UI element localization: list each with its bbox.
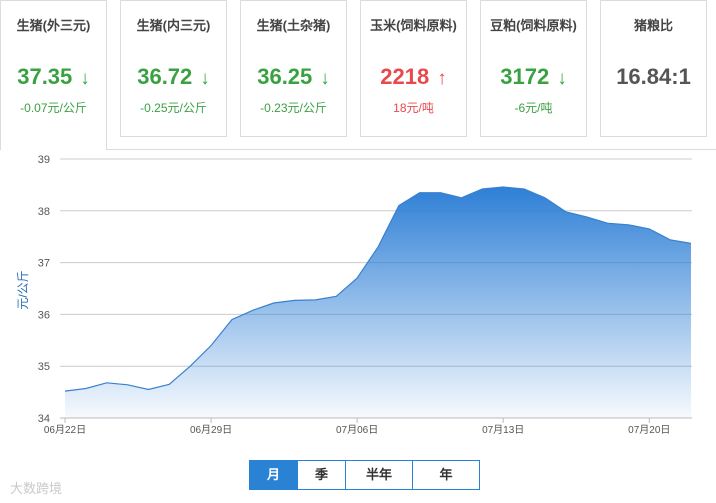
- card-title: 玉米(饲料原料): [370, 18, 457, 33]
- data-point[interactable]: [542, 195, 548, 201]
- x-tick-label: 06月22日: [44, 424, 86, 436]
- price-value: 16.84:1: [616, 64, 691, 89]
- data-point[interactable]: [229, 317, 235, 323]
- arrow-down-icon: ↓: [557, 68, 567, 89]
- arrow-down-icon: ↓: [80, 68, 90, 89]
- data-point[interactable]: [500, 184, 506, 190]
- price-value: 36.25: [257, 64, 313, 89]
- card-price: 2218 ↑: [361, 64, 466, 90]
- price-value: 36.72: [137, 64, 193, 89]
- card-title: 生猪(内三元): [136, 18, 211, 33]
- card-price: 3172 ↓: [481, 64, 586, 90]
- data-point[interactable]: [145, 387, 151, 393]
- x-tick-label: 07月06日: [336, 424, 378, 436]
- card-price: 16.84:1: [601, 64, 706, 90]
- price-value: 2218: [380, 64, 430, 89]
- x-tick-label: 07月20日: [628, 424, 670, 436]
- card-pig-tuzazhu[interactable]: 生猪(土杂猪) 36.25 ↓ -0.23元/公斤: [240, 0, 347, 137]
- data-point[interactable]: [375, 244, 381, 250]
- card-pig-grain-ratio[interactable]: 猪粮比 16.84:1: [600, 0, 707, 137]
- card-title: 猪粮比: [633, 18, 673, 33]
- card-corn[interactable]: 玉米(饲料原料) 2218 ↑ 18元/吨: [360, 0, 467, 137]
- data-point[interactable]: [521, 186, 527, 192]
- data-point[interactable]: [563, 209, 569, 215]
- card-title: 生猪(外三元): [16, 18, 91, 33]
- data-point[interactable]: [333, 293, 339, 299]
- y-tick-label: 36: [38, 309, 50, 321]
- data-point[interactable]: [312, 297, 318, 303]
- data-point[interactable]: [646, 226, 652, 232]
- card-title: 豆粕(饲料原料): [490, 18, 577, 33]
- price-value: 3172: [500, 64, 550, 89]
- period-quarter-button[interactable]: 季: [297, 460, 346, 490]
- card-price: 36.72 ↓: [121, 64, 226, 90]
- data-point[interactable]: [125, 382, 131, 388]
- card-price: 37.35 ↓: [1, 64, 106, 90]
- data-point[interactable]: [62, 388, 68, 394]
- data-point[interactable]: [438, 190, 444, 196]
- card-pig-neisanyuan[interactable]: 生猪(内三元) 36.72 ↓ -0.25元/公斤: [120, 0, 227, 137]
- arrow-down-icon: ↓: [320, 68, 330, 89]
- data-point[interactable]: [187, 363, 193, 369]
- data-point[interactable]: [605, 220, 611, 226]
- arrow-up-icon: ↑: [437, 68, 447, 89]
- data-point[interactable]: [208, 342, 214, 348]
- card-change: 18元/吨: [393, 101, 434, 115]
- y-tick-label: 39: [38, 154, 50, 166]
- card-change: -6元/吨: [514, 101, 553, 115]
- data-point[interactable]: [688, 240, 694, 246]
- y-axis-label: 元/公斤: [16, 270, 30, 309]
- data-point[interactable]: [271, 300, 277, 306]
- price-value: 37.35: [17, 64, 73, 89]
- data-point[interactable]: [479, 186, 485, 192]
- data-point[interactable]: [292, 297, 298, 303]
- watermark: 大数跨境: [10, 481, 63, 496]
- y-tick-label: 34: [38, 413, 50, 425]
- data-point[interactable]: [354, 275, 360, 281]
- y-tick-label: 35: [38, 361, 50, 373]
- data-point[interactable]: [83, 385, 89, 391]
- card-title: 生猪(土杂猪): [256, 18, 331, 33]
- period-year-button[interactable]: 年: [412, 460, 480, 490]
- data-point[interactable]: [584, 214, 590, 220]
- period-selector: 月 季 半年 年: [249, 460, 480, 490]
- data-point[interactable]: [250, 307, 256, 313]
- data-point[interactable]: [396, 203, 402, 209]
- data-point[interactable]: [667, 237, 673, 243]
- card-price: 36.25 ↓: [241, 64, 346, 90]
- price-area-fill: [65, 187, 691, 418]
- card-soybean-meal[interactable]: 豆粕(饲料原料) 3172 ↓ -6元/吨: [480, 0, 587, 137]
- card-pig-waisanyuan[interactable]: 生猪(外三元) 37.35 ↓ -0.07元/公斤: [0, 0, 107, 150]
- data-point[interactable]: [625, 222, 631, 228]
- price-cards: 生猪(外三元) 37.35 ↓ -0.07元/公斤 生猪(内三元) 36.72 ↓ …: [0, 0, 716, 150]
- x-tick-label: 06月29日: [190, 424, 232, 436]
- card-change: -0.07元/公斤: [20, 101, 87, 115]
- period-month-button[interactable]: 月: [249, 460, 298, 490]
- data-point[interactable]: [458, 195, 464, 201]
- y-tick-label: 37: [38, 258, 50, 270]
- x-tick-label: 07月13日: [482, 424, 524, 436]
- card-change: -0.23元/公斤: [260, 101, 327, 115]
- arrow-down-icon: ↓: [200, 68, 210, 89]
- data-point[interactable]: [417, 190, 423, 196]
- card-change: -0.25元/公斤: [140, 101, 207, 115]
- data-point[interactable]: [166, 381, 172, 387]
- period-halfyear-button[interactable]: 半年: [345, 460, 413, 490]
- data-point[interactable]: [104, 380, 110, 386]
- y-tick-label: 38: [38, 206, 50, 218]
- chart-panel: 34 35 36 37 38 39 06月22日 06月29日 07月06日 07月13日 07月2…: [0, 149, 716, 503]
- price-area-chart: 34 35 36 37 38 39 06月22日 06月29日 07月06日 07月13日 07月2…: [16, 154, 694, 436]
